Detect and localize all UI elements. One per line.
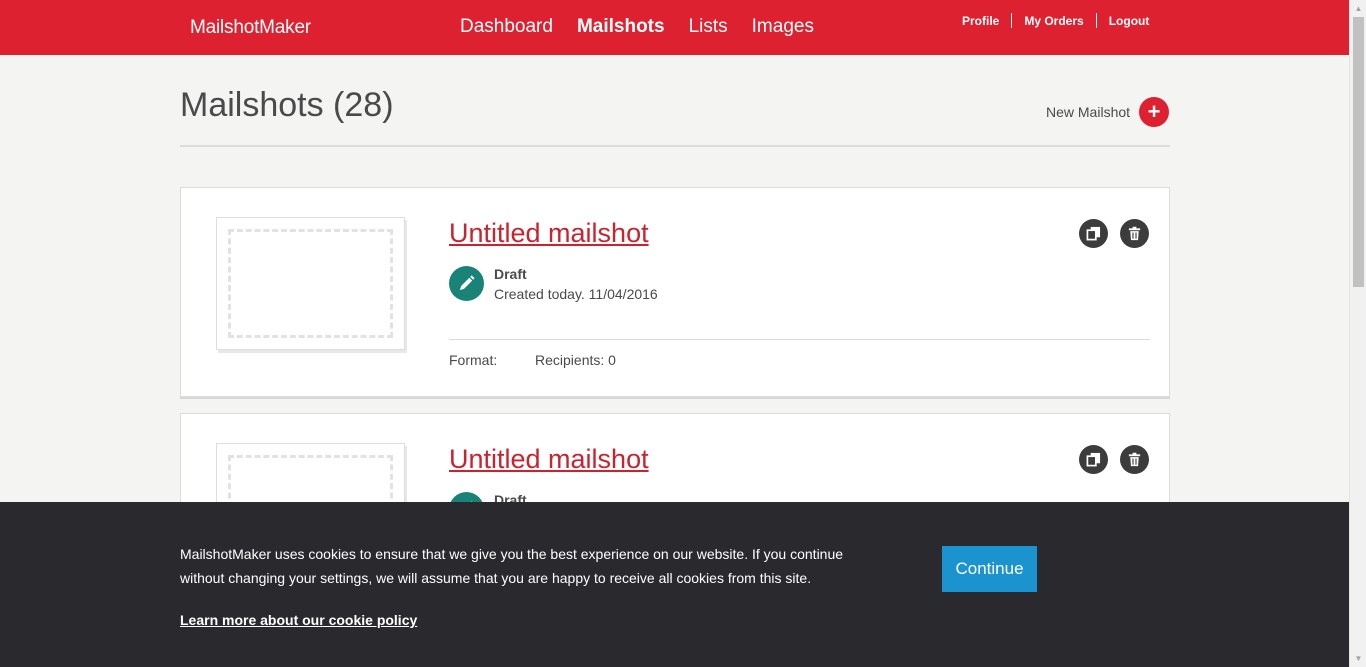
nav-divider — [1011, 13, 1013, 28]
mailshot-thumbnail[interactable] — [216, 217, 405, 350]
cookie-policy-link[interactable]: Learn more about our cookie policy — [180, 612, 417, 628]
plus-icon[interactable]: + — [1139, 97, 1170, 127]
status-label: Draft — [494, 266, 527, 282]
cookie-message: MailshotMaker uses cookies to ensure tha… — [180, 546, 844, 586]
recipients-count: Recipients: 0 — [535, 352, 616, 368]
my-orders-link[interactable]: My Orders — [1024, 14, 1083, 28]
scroll-thumb[interactable] — [1353, 17, 1364, 287]
format-label: Format: — [449, 352, 498, 368]
user-nav: Profile My Orders Logout — [962, 13, 1149, 28]
new-mailshot-label[interactable]: New Mailshot — [1046, 104, 1130, 120]
mailshot-title-link[interactable]: Untitled mailshot — [449, 444, 649, 475]
cookie-banner: MailshotMaker uses cookies to ensure tha… — [0, 502, 1349, 667]
continue-button[interactable]: Continue — [942, 546, 1037, 592]
logo[interactable]: MailshotMaker — [190, 17, 311, 39]
trash-icon[interactable] — [1120, 219, 1149, 248]
created-date: Created today. 11/04/2016 — [494, 286, 658, 302]
vertical-scrollbar[interactable]: ▲ ▼ — [1349, 0, 1366, 667]
divider — [180, 145, 1170, 147]
nav-lists[interactable]: Lists — [689, 16, 728, 38]
pencil-icon[interactable] — [449, 266, 484, 301]
thumbnail-placeholder — [228, 229, 393, 338]
new-mailshot-button[interactable]: New Mailshot + — [1046, 97, 1170, 127]
trash-icon[interactable] — [1120, 445, 1149, 474]
scroll-up-arrow-icon[interactable]: ▲ — [1350, 0, 1366, 17]
page-title: Mailshots (28) — [180, 86, 394, 124]
nav-divider — [1095, 13, 1097, 28]
duplicate-icon[interactable] — [1079, 445, 1108, 474]
mailshot-card: Untitled mailshot Draft Created today. 1… — [180, 187, 1170, 397]
nav-mailshots[interactable]: Mailshots — [577, 16, 665, 38]
nav-dashboard[interactable]: Dashboard — [460, 16, 553, 38]
scroll-down-arrow-icon[interactable]: ▼ — [1350, 650, 1366, 667]
divider — [449, 339, 1150, 340]
main-nav: Dashboard Mailshots Lists Images — [460, 16, 838, 38]
duplicate-icon[interactable] — [1079, 219, 1108, 248]
logout-link[interactable]: Logout — [1109, 14, 1150, 28]
top-navigation-bar: MailshotMaker Dashboard Mailshots Lists … — [0, 0, 1349, 55]
mailshot-title-link[interactable]: Untitled mailshot — [449, 218, 649, 249]
profile-link[interactable]: Profile — [962, 14, 999, 28]
nav-images[interactable]: Images — [752, 16, 814, 38]
